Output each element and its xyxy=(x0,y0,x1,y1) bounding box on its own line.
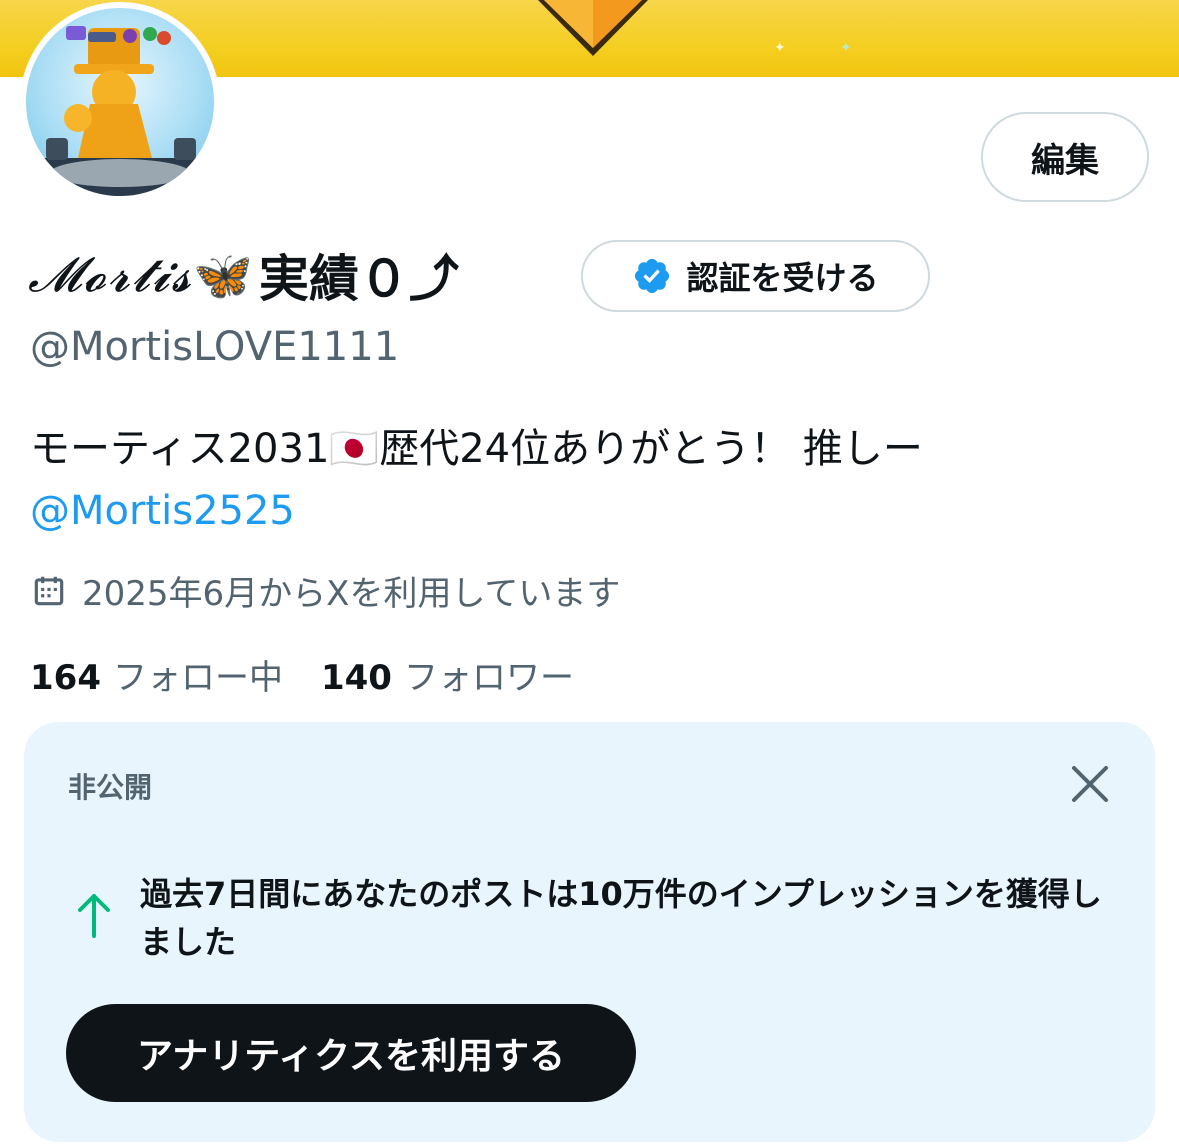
calendar-icon xyxy=(34,576,64,605)
following-count: 164 xyxy=(30,658,101,698)
get-verified-button[interactable]: 認証を受ける xyxy=(581,240,930,312)
username-handle: @MortisLOVE1111 xyxy=(30,324,400,370)
edit-profile-button[interactable]: 編集 xyxy=(981,112,1149,202)
close-icon[interactable] xyxy=(1068,762,1112,806)
display-name: 𝓜𝓸𝓻𝓽𝓲𝓼 🦋 実績０⤴︎ xyxy=(28,240,459,310)
arrow-up-icon xyxy=(78,894,110,938)
followers-label: フォロワー xyxy=(403,658,574,698)
display-name-script: 𝓜𝓸𝓻𝓽𝓲𝓼 xyxy=(28,246,194,303)
impressions-message: 過去7日間にあなたのポストは10万件のインプレッションを獲得しました xyxy=(140,875,1102,961)
analytics-insight-card: 非公開 過去7日間にあなたのポストは10万件のインプレッションを獲得しました ア… xyxy=(24,722,1155,1142)
following-link[interactable]: 164 フォロー中 xyxy=(30,650,283,699)
following-label: フォロー中 xyxy=(112,658,283,698)
follow-stats: 164 フォロー中 140 フォロワー xyxy=(30,650,574,699)
join-date-label: 2025年6月からXを利用しています xyxy=(82,574,621,614)
sparkle-icon: ✦ xyxy=(774,40,786,56)
join-date: 2025年6月からXを利用しています xyxy=(30,566,620,615)
avatar-image xyxy=(26,8,214,196)
sparkle-icon: ✦ xyxy=(840,40,852,56)
display-name-suffix: 実績０⤴︎ xyxy=(258,250,459,308)
butterfly-emoji: 🦋 xyxy=(193,247,253,304)
banner-diamond-shape xyxy=(538,0,648,56)
followers-link[interactable]: 140 フォロワー xyxy=(321,650,574,699)
open-analytics-button[interactable]: アナリティクスを利用する xyxy=(66,1004,636,1102)
profile-avatar[interactable] xyxy=(20,2,220,202)
followers-count: 140 xyxy=(320,658,392,698)
verified-badge-icon xyxy=(635,258,670,294)
get-verified-label: 認証を受ける xyxy=(686,259,879,297)
bio-mention-link[interactable]: @Mortis2525 xyxy=(30,482,295,540)
bio-text: モーティス2031🇯🇵歴代24位ありがとう！ 推しー xyxy=(30,426,923,472)
private-label: 非公開 xyxy=(68,771,153,804)
